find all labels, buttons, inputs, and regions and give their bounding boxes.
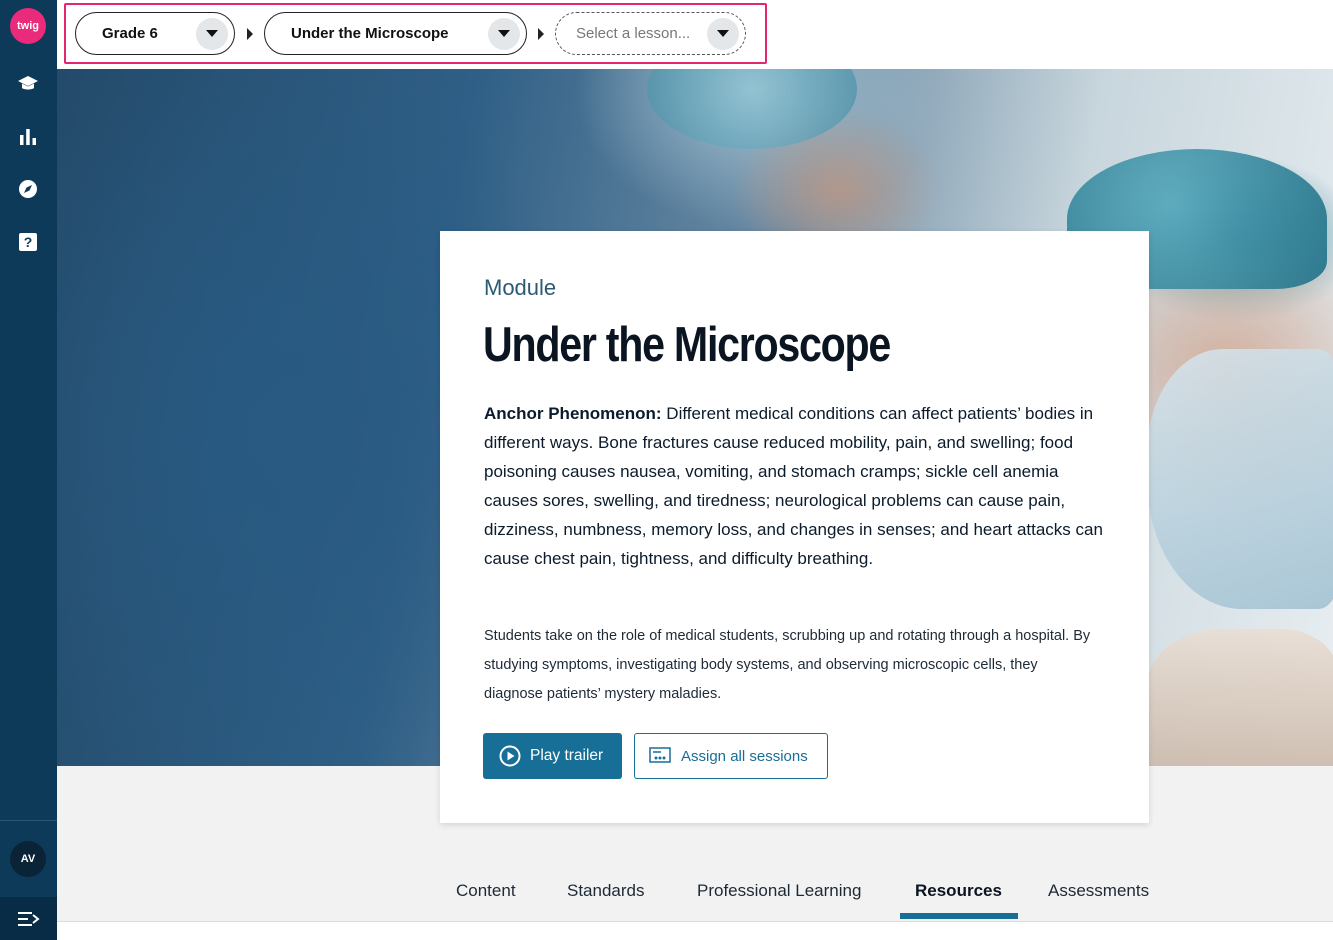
breadcrumb-separator-icon	[247, 28, 253, 40]
play-trailer-label: Play trailer	[530, 747, 604, 764]
tab-professional-learning[interactable]: Professional Learning	[697, 881, 861, 901]
avatar[interactable]: AV	[10, 841, 46, 877]
module-select[interactable]: Under the Microscope	[264, 12, 527, 55]
lesson-select[interactable]: Select a lesson...	[555, 12, 746, 55]
help-icon[interactable]: ?	[16, 230, 40, 254]
module-card: Module Under the Microscope Anchor Pheno…	[440, 231, 1149, 823]
assign-classroom-icon	[649, 747, 671, 763]
bar-chart-icon[interactable]	[16, 125, 40, 149]
anchor-phenomenon-label: Anchor Phenomenon:	[484, 404, 662, 423]
content-area	[57, 922, 1333, 940]
play-trailer-button[interactable]: Play trailer	[483, 733, 622, 779]
menu-expand-icon	[17, 911, 40, 926]
module-eyebrow: Module	[484, 275, 557, 300]
anchor-phenomenon: Anchor Phenomenon: Different medical con…	[484, 399, 1109, 573]
anchor-phenomenon-text: Different medical conditions can affect …	[484, 404, 1103, 568]
module-select-label: Under the Microscope	[291, 25, 449, 42]
breadcrumb: Grade 6 Under the Microscope Select a le…	[64, 3, 767, 64]
breadcrumb-separator-icon	[538, 28, 544, 40]
svg-text:?: ?	[24, 234, 33, 250]
sidebar-divider	[0, 820, 57, 821]
grade-select-label: Grade 6	[102, 25, 158, 42]
tab-resources[interactable]: Resources	[915, 881, 1002, 901]
play-icon	[499, 745, 521, 767]
tab-standards[interactable]: Standards	[567, 881, 645, 901]
tab-content[interactable]: Content	[456, 881, 516, 901]
tab-assessments[interactable]: Assessments	[1048, 881, 1149, 901]
top-bar: Grade 6 Under the Microscope Select a le…	[57, 0, 1333, 69]
module-tabs: Content Standards Professional Learning …	[57, 866, 1333, 922]
graduation-cap-icon[interactable]	[16, 72, 40, 96]
active-tab-indicator	[900, 913, 1018, 919]
grade-select[interactable]: Grade 6	[75, 12, 235, 55]
assign-all-sessions-button[interactable]: Assign all sessions	[634, 733, 828, 779]
chevron-down-icon[interactable]	[707, 17, 739, 50]
sidebar: twig ? AV	[0, 0, 57, 940]
module-description: Students take on the role of medical stu…	[484, 628, 1091, 702]
page-title: Under the Microscope	[483, 318, 891, 372]
hero-image-detail	[647, 69, 857, 149]
menu-expand-button[interactable]	[0, 897, 57, 940]
lesson-select-placeholder: Select a lesson...	[576, 25, 691, 42]
hero-image-detail	[1147, 629, 1333, 766]
twig-logo[interactable]: twig	[10, 8, 46, 44]
assign-all-sessions-label: Assign all sessions	[681, 747, 808, 765]
hero-image-detail	[1147, 349, 1333, 609]
chevron-down-icon[interactable]	[488, 17, 520, 50]
chevron-down-icon[interactable]	[196, 17, 228, 50]
compass-icon[interactable]	[16, 177, 40, 201]
